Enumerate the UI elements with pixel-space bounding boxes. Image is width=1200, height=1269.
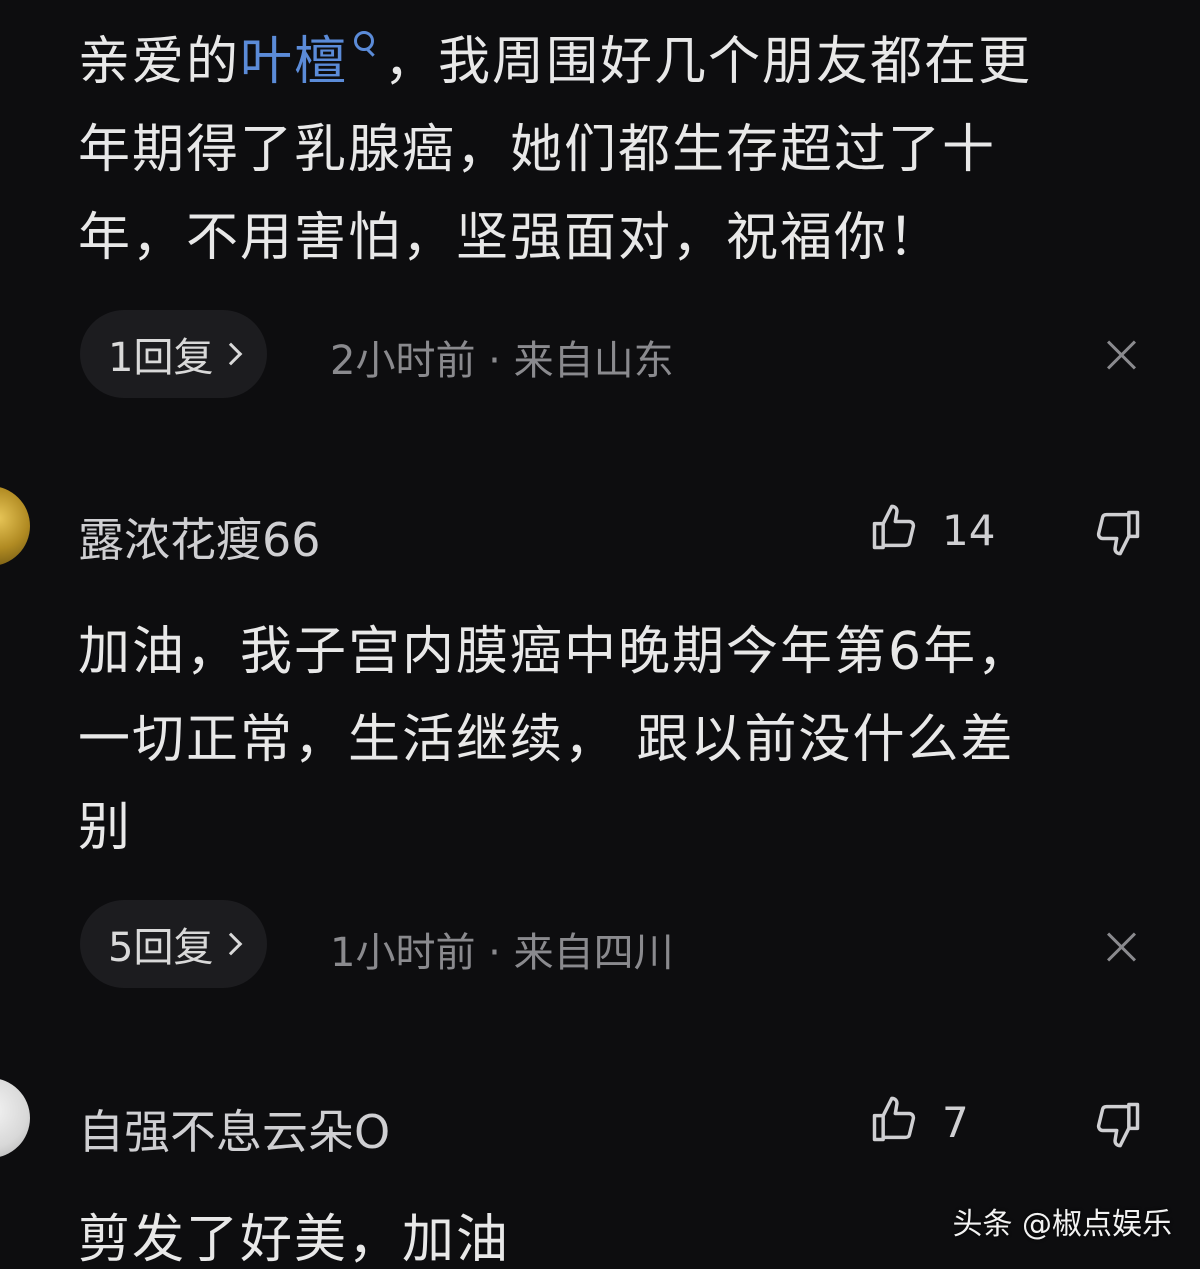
avatar[interactable]	[0, 486, 30, 566]
avatar[interactable]	[0, 1078, 30, 1158]
comment-1-line-3: 年，不用害怕，坚强面对，祝福你！	[78, 208, 943, 268]
comment-1-line-2: 年期得了乳腺癌，她们都生存超过了十	[78, 120, 997, 180]
username[interactable]: 露浓花瘦66	[78, 504, 321, 570]
replies-button[interactable]: 5回复	[80, 900, 268, 988]
chevron-right-icon	[220, 342, 243, 366]
close-icon[interactable]	[1104, 336, 1140, 372]
watermark: 头条 @椒点娱乐	[952, 1207, 1172, 1242]
thumbs-down-icon[interactable]	[1092, 1098, 1144, 1150]
like-count: 14	[942, 506, 996, 555]
comment-2-line-2: 一切正常，生活继续， 跟以前没什么差	[78, 710, 1015, 770]
thumbs-down-icon[interactable]	[1092, 506, 1144, 558]
comment-2-line-1: 加油，我子宫内膜癌中晚期今年第6年，	[78, 622, 1032, 682]
comment-3-line-1: 剪发了好美，加油	[78, 1210, 511, 1269]
comment-2-line-3: 别	[78, 798, 133, 858]
comment-1-line-1-prefix: 亲爱的	[78, 32, 241, 92]
comment-1-line-1-suffix: ，我周围好几个朋友都在更	[384, 32, 1033, 92]
comment-meta: 2小时前 · 来自山东	[330, 338, 674, 384]
mention-link[interactable]: 叶檀	[240, 32, 348, 92]
chevron-right-icon	[220, 932, 243, 956]
replies-label: 1回复	[108, 335, 214, 381]
search-icon	[354, 31, 375, 51]
comment-1-line-1: 亲爱的叶檀 ，我周围好几个朋友都在更	[78, 18, 1032, 106]
close-icon[interactable]	[1104, 928, 1140, 964]
replies-button[interactable]: 1回复	[80, 310, 268, 398]
username[interactable]: 自强不息云朵O	[78, 1096, 390, 1162]
like-count: 7	[942, 1098, 969, 1147]
comment-meta: 1小时前 · 来自四川	[330, 930, 674, 976]
replies-label: 5回复	[108, 925, 214, 971]
thumbs-up-icon[interactable]	[868, 1094, 920, 1146]
thumbs-up-icon[interactable]	[868, 502, 920, 554]
